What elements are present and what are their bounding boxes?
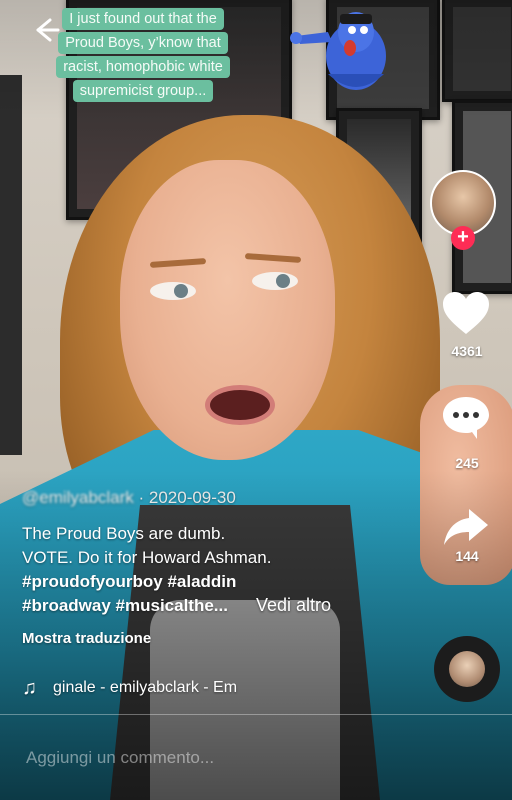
post-description: The Proud Boys are dumb. VOTE. Do it for…	[22, 522, 422, 618]
right-eye	[252, 272, 298, 290]
left-eye	[150, 282, 196, 300]
show-translation-link[interactable]: Mostra traduzione	[22, 630, 151, 647]
author-row: @emilyabclark · 2020-09-30	[22, 488, 236, 508]
comment-count: 245	[455, 455, 479, 471]
date-separator: ·	[138, 488, 145, 507]
post-date: 2020-09-30	[148, 488, 236, 507]
share-count: 144	[455, 548, 479, 564]
disc-cover	[449, 651, 485, 687]
hashtag-line[interactable]: #proudofyourboy #aladdin	[22, 570, 422, 594]
hashtag-line[interactable]: #broadway #musicalthe...	[22, 594, 422, 618]
share-arrow-icon[interactable]	[441, 503, 491, 549]
see-more-link[interactable]: Vedi altro	[256, 595, 331, 616]
music-disc[interactable]	[434, 636, 500, 702]
comment-icon[interactable]	[441, 394, 491, 440]
caption-line: Proud Boys, y’know that	[58, 32, 228, 54]
caption-line: racist, homophobic white	[56, 56, 230, 78]
caption-line: supremicist group...	[72, 80, 214, 102]
open-mouth	[205, 385, 275, 425]
door-frame	[0, 75, 22, 455]
caption-sticker: I just found out that the Proud Boys, y’…	[38, 8, 248, 104]
follow-plus-button[interactable]: +	[451, 226, 475, 250]
description-line: The Proud Boys are dumb.	[22, 524, 226, 543]
divider	[0, 714, 512, 715]
comment-input[interactable]: Aggiungi un commento...	[26, 748, 214, 768]
music-title: ginale - emilyabclark - Em	[53, 679, 238, 696]
genie-sticker	[290, 12, 386, 90]
like-count: 4361	[451, 343, 483, 359]
caption-line: I just found out that the	[62, 8, 224, 30]
music-note-icon: ♫	[22, 676, 37, 699]
heart-icon[interactable]	[441, 290, 491, 336]
author-handle[interactable]: @emilyabclark	[22, 488, 134, 507]
music-row[interactable]: ♫ ginale - emilyabclark - Em	[22, 676, 402, 700]
description-line: VOTE. Do it for Howard Ashman.	[22, 548, 272, 567]
